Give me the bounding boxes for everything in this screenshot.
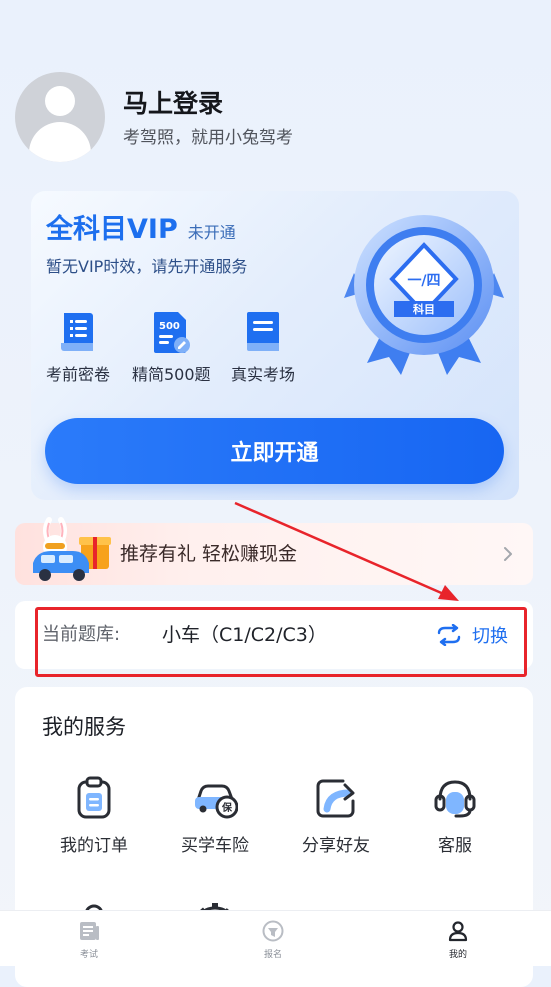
nav-label: 我的 [448, 950, 467, 960]
medal-text: 一/四 [407, 273, 440, 289]
profile-header[interactable]: 马上登录 考驾照，就用小兔驾考 [15, 72, 293, 162]
profile-text: 马上登录 考驾照，就用小兔驾考 [123, 87, 293, 148]
nav-label: 考试 [79, 950, 98, 960]
referral-banner[interactable]: 推荐有礼 轻松赚现金 [15, 517, 533, 585]
svg-text:500: 500 [159, 321, 180, 332]
nav-label: 报名 [263, 950, 282, 960]
vip-description: 暂无VIP时效，请先开通服务 [46, 257, 248, 276]
service-customer-support[interactable]: 客服 [400, 775, 510, 856]
rabbit-car-gift-icon [33, 517, 111, 581]
500-questions-icon: 500 [154, 312, 191, 353]
service-car-insurance[interactable]: 保 买学车险 [160, 775, 270, 856]
avatar-head-shape [45, 86, 75, 116]
vip-feature-real-exam[interactable]: 真实考场 [231, 309, 295, 385]
exam-book-icon [247, 312, 279, 351]
vip-title-row: 全科目VIP 未开通 [46, 207, 236, 246]
vip-medal-icon: 一/四 科目 [344, 215, 504, 375]
nav-tab-exam[interactable]: 考试 [49, 919, 129, 960]
profile-icon [448, 921, 468, 942]
services-title: 我的服务 [42, 715, 126, 739]
svg-text:保: 保 [221, 801, 233, 814]
vip-feature-500-questions[interactable]: 500 精简500题 [132, 309, 211, 385]
service-share-friends[interactable]: 分享好友 [281, 775, 391, 856]
service-my-orders[interactable]: 我的订单 [39, 775, 149, 856]
referral-text: 推荐有礼 轻松赚现金 [120, 543, 298, 565]
nav-tab-profile[interactable]: 我的 [418, 919, 498, 960]
car-insurance-icon: 保 [195, 784, 238, 819]
login-subtitle: 考驾照，就用小兔驾考 [123, 127, 293, 148]
headset-icon [434, 780, 476, 818]
share-icon [316, 779, 355, 818]
vip-card: 全科目VIP 未开通 暂无VIP时效，请先开通服务 考前密卷 500 精简500… [31, 191, 519, 500]
question-bank-value: 小车（C1/C2/C3） [162, 624, 327, 646]
vip-title: 全科目VIP [46, 214, 178, 245]
exam-icon [80, 922, 99, 940]
clipboard-icon [77, 776, 111, 819]
signup-icon [262, 920, 284, 942]
login-title[interactable]: 马上登录 [123, 87, 293, 121]
question-bank-row: 当前题库: 小车（C1/C2/C3） 切换 [15, 601, 533, 669]
service-label: 买学车险 [181, 836, 249, 856]
medal-ribbon-text: 科目 [413, 302, 435, 316]
question-bank-label: 当前题库: [42, 624, 121, 645]
vip-feature-label: 真实考场 [231, 365, 296, 384]
avatar[interactable] [15, 72, 105, 162]
activate-vip-button[interactable]: 立即开通 [45, 418, 504, 484]
chevron-right-icon [504, 547, 512, 561]
vip-feature-label: 考前密卷 [46, 365, 111, 384]
document-list-icon [61, 313, 93, 351]
avatar-body-shape [29, 122, 91, 162]
vip-feature-exam-papers[interactable]: 考前密卷 [46, 309, 110, 385]
nav-tab-signup[interactable]: 报名 [233, 919, 313, 960]
service-label: 我的订单 [60, 836, 128, 856]
service-label: 客服 [438, 836, 472, 856]
bottom-navigation: 考试 报名 我的 [0, 910, 551, 966]
vip-feature-label: 精简500题 [132, 365, 211, 384]
service-label: 分享好友 [302, 836, 370, 856]
switch-bank-button[interactable]: 切换 [436, 601, 508, 669]
switch-arrows-icon [437, 624, 461, 646]
vip-status: 未开通 [187, 223, 236, 242]
switch-label: 切换 [472, 626, 508, 647]
